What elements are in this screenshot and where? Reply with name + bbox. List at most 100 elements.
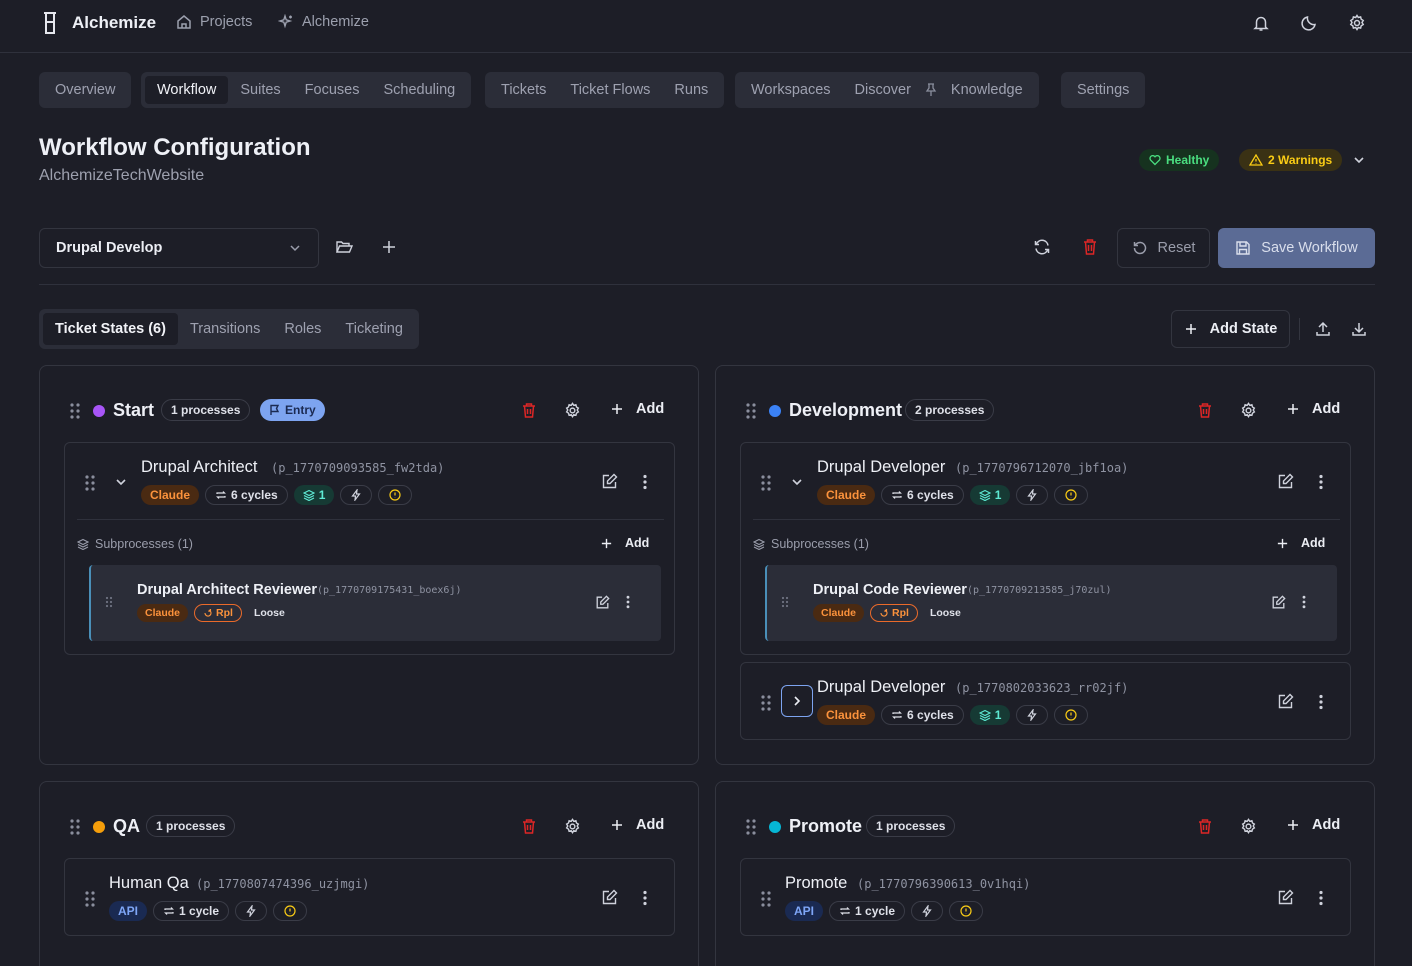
- page-title: Workflow Configuration: [39, 134, 311, 161]
- gear-icon[interactable]: [564, 402, 581, 419]
- drag-handle-icon[interactable]: [760, 694, 772, 712]
- agent-chip: Claude: [137, 604, 189, 622]
- workflow-select[interactable]: Drupal Develop: [39, 228, 319, 268]
- agent-chip: Claude: [817, 705, 876, 725]
- more-vertical-icon[interactable]: [643, 890, 647, 906]
- process-count-badge: 1 processes: [866, 815, 956, 837]
- tab-ticket-states[interactable]: Ticket States (6): [43, 313, 178, 345]
- tab-workspaces[interactable]: Workspaces: [739, 76, 843, 104]
- tab-overview[interactable]: Overview: [43, 76, 127, 104]
- drag-handle-icon[interactable]: [69, 818, 81, 836]
- chevron-down-icon[interactable]: [1352, 153, 1366, 167]
- more-vertical-icon[interactable]: [1319, 890, 1323, 906]
- drag-handle-icon[interactable]: [745, 402, 757, 420]
- bell-icon[interactable]: [1252, 14, 1270, 32]
- drag-handle-icon[interactable]: [781, 596, 789, 608]
- save-workflow-button[interactable]: Save Workflow: [1218, 228, 1375, 268]
- layers-icon: [753, 538, 765, 550]
- add-process-button[interactable]: Add: [610, 401, 664, 417]
- app-logo[interactable]: Alchemize: [40, 11, 156, 35]
- trash-icon[interactable]: [1197, 818, 1213, 834]
- drag-handle-icon[interactable]: [84, 474, 96, 492]
- edit-icon[interactable]: [1277, 693, 1294, 710]
- info-icon: [389, 489, 402, 501]
- drag-handle-icon[interactable]: [745, 818, 757, 836]
- reset-button[interactable]: Reset: [1117, 228, 1210, 268]
- trash-icon[interactable]: [1082, 238, 1102, 258]
- chevron-down-icon[interactable]: [114, 475, 128, 489]
- tab-suites[interactable]: Suites: [228, 76, 292, 104]
- trash-icon[interactable]: [521, 402, 537, 418]
- more-vertical-icon[interactable]: [1302, 595, 1306, 609]
- drag-handle-icon[interactable]: [760, 474, 772, 492]
- refresh-icon[interactable]: [1033, 238, 1053, 258]
- add-process-button[interactable]: Add: [610, 817, 664, 833]
- add-process-button[interactable]: Add: [1286, 401, 1340, 417]
- edit-icon[interactable]: [1271, 595, 1286, 610]
- gear-icon[interactable]: [1348, 14, 1366, 32]
- drag-handle-icon[interactable]: [84, 890, 96, 908]
- info-chip: [1054, 485, 1089, 505]
- tab-knowledge[interactable]: Knowledge: [939, 76, 1035, 104]
- trash-icon[interactable]: [1197, 402, 1213, 418]
- more-vertical-icon[interactable]: [1319, 694, 1323, 710]
- tab-ticket-flows[interactable]: Ticket Flows: [558, 76, 662, 104]
- gear-icon[interactable]: [1240, 402, 1257, 419]
- process-id: (p_1770802033623_rr02jf): [955, 681, 1129, 695]
- moon-icon[interactable]: [1300, 14, 1318, 32]
- tab-settings[interactable]: Settings: [1065, 76, 1141, 104]
- edit-icon[interactable]: [595, 595, 610, 610]
- repeat-icon: [892, 711, 902, 719]
- gear-icon[interactable]: [564, 818, 581, 835]
- plus-icon[interactable]: [380, 238, 400, 258]
- edit-icon[interactable]: [1277, 889, 1294, 906]
- upload-icon[interactable]: [1314, 320, 1334, 340]
- tab-workflow[interactable]: Workflow: [145, 76, 229, 104]
- chevron-down-icon[interactable]: [790, 475, 804, 489]
- process-id: (p_1770807474396_uzjmgi): [196, 877, 370, 891]
- bolt-icon: [351, 489, 362, 501]
- gear-icon[interactable]: [1240, 818, 1257, 835]
- drag-handle-icon[interactable]: [105, 596, 113, 608]
- subprocess-name: Drupal Code Reviewer: [813, 582, 967, 598]
- tab-roles[interactable]: Roles: [272, 313, 333, 345]
- tab-discover[interactable]: Discover: [843, 76, 923, 104]
- subprocesses-text: Subprocesses (1): [95, 537, 193, 551]
- process-name: Promote: [785, 874, 848, 892]
- add-subprocess-button[interactable]: Add: [1276, 536, 1325, 550]
- expand-button[interactable]: [781, 685, 813, 717]
- edit-icon[interactable]: [601, 473, 618, 490]
- tab-tickets[interactable]: Tickets: [489, 76, 558, 104]
- divider: [77, 519, 664, 520]
- nav-projects[interactable]: Projects: [176, 14, 252, 30]
- sparkles-icon: [278, 14, 294, 30]
- drag-handle-icon[interactable]: [69, 402, 81, 420]
- drag-handle-icon[interactable]: [760, 890, 772, 908]
- nav-alchemize[interactable]: Alchemize: [278, 14, 369, 30]
- tab-runs[interactable]: Runs: [662, 76, 720, 104]
- state-panel-development: Development 2 processes Add Drupal Devel…: [715, 365, 1375, 765]
- more-vertical-icon[interactable]: [626, 595, 630, 609]
- process-card: Human Qa (p_1770807474396_uzjmgi) API 1 …: [64, 858, 675, 936]
- tab-transitions[interactable]: Transitions: [178, 313, 272, 345]
- pin-icon[interactable]: [923, 83, 939, 97]
- folder-open-icon[interactable]: [335, 238, 355, 258]
- warnings-badge[interactable]: 2 Warnings: [1239, 149, 1343, 171]
- more-vertical-icon[interactable]: [643, 474, 647, 490]
- add-subprocess-button[interactable]: Add: [600, 536, 649, 550]
- tab-focuses[interactable]: Focuses: [293, 76, 372, 104]
- add-state-button[interactable]: Add State: [1171, 310, 1290, 348]
- rotate-ccw-icon: [1132, 240, 1148, 256]
- info-icon: [1065, 489, 1078, 501]
- tab-ticketing[interactable]: Ticketing: [333, 313, 414, 345]
- tab-scheduling[interactable]: Scheduling: [371, 76, 467, 104]
- add-process-button[interactable]: Add: [1286, 817, 1340, 833]
- process-card: Promote (p_1770796390613_0v1hqi) API 1 c…: [740, 858, 1351, 936]
- edit-icon[interactable]: [601, 889, 618, 906]
- bolt-chip: [340, 485, 373, 505]
- cycles-chip: 6 cycles: [881, 705, 964, 725]
- more-vertical-icon[interactable]: [1319, 474, 1323, 490]
- trash-icon[interactable]: [521, 818, 537, 834]
- download-icon[interactable]: [1350, 320, 1370, 340]
- edit-icon[interactable]: [1277, 473, 1294, 490]
